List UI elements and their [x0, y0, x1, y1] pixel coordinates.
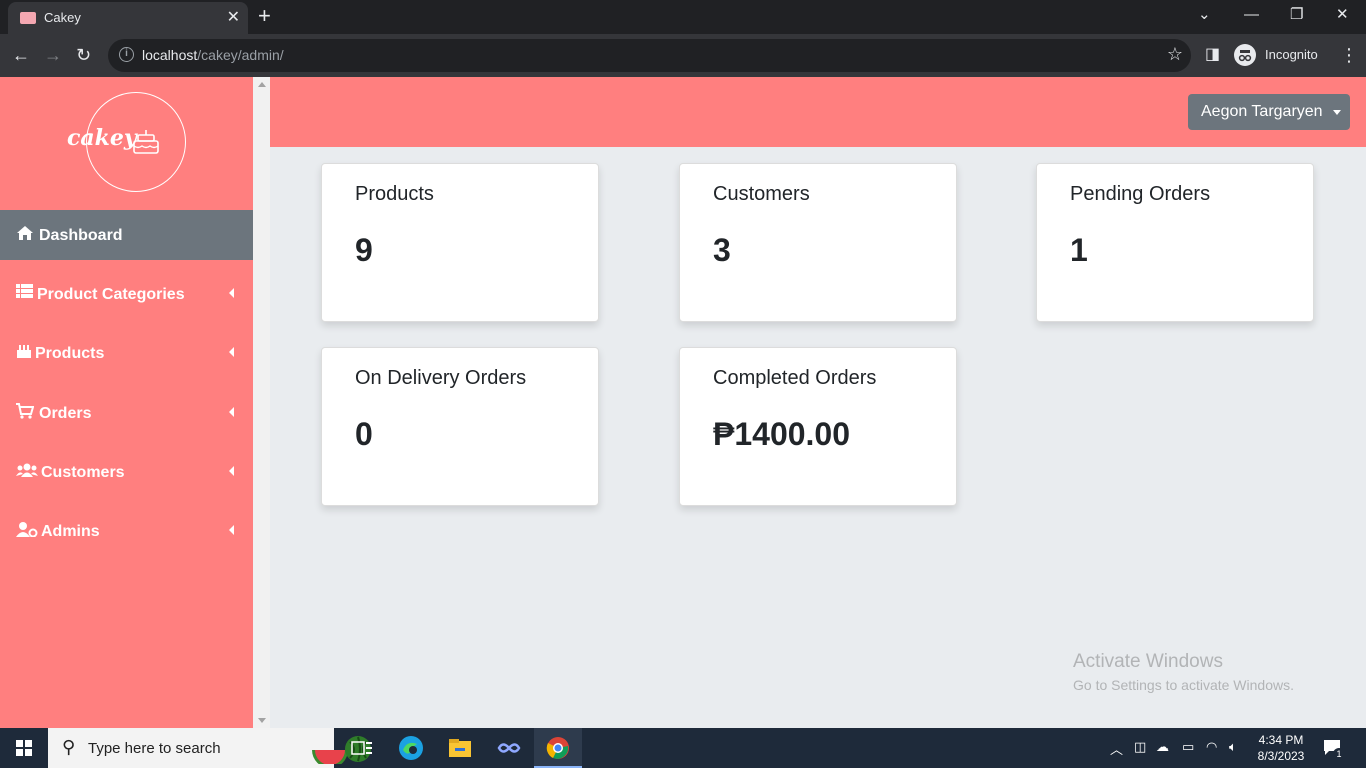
sidebar-scrollbar[interactable] — [253, 77, 270, 728]
caret-down-icon — [1333, 110, 1341, 115]
sidebar-item-products[interactable]: Products — [0, 328, 253, 378]
infinity-app-icon[interactable] — [495, 734, 523, 762]
new-tab-button[interactable]: + — [258, 4, 271, 28]
sidebar-item-dashboard[interactable]: Dashboard — [0, 210, 253, 260]
sidebar: cakey Dashboard Product Categories Produ… — [0, 77, 253, 728]
wifi-icon[interactable]: ◠ — [1206, 739, 1217, 755]
restore-button[interactable]: ❐ — [1290, 4, 1303, 26]
tab-search-chevron-icon[interactable]: ⌄ — [1198, 4, 1211, 26]
stat-card-on-delivery-orders: On Delivery Orders 0 — [321, 347, 599, 506]
browser-toolbar: ← → ↻ i localhost/cakey/admin/ ☆ ◨ Incog… — [0, 34, 1366, 77]
sidebar-item-customers[interactable]: Customers — [0, 447, 253, 497]
user-dropdown-button[interactable]: Aegon Targaryen — [1188, 94, 1350, 130]
side-panel-icon[interactable]: ◨ — [1205, 43, 1220, 67]
volume-icon[interactable]: 🔈︎ — [1229, 739, 1237, 755]
caret-left-icon — [229, 407, 234, 417]
cake-icon — [16, 343, 34, 361]
browser-menu-icon[interactable]: ⋮ — [1340, 43, 1358, 67]
card-value: ₱1400.00 — [713, 416, 851, 452]
user-name: Aegon Targaryen — [1201, 103, 1323, 120]
notification-count-badge: 1 — [1333, 748, 1345, 760]
caret-left-icon — [229, 288, 234, 298]
app-viewport: cakey Dashboard Product Categories Produ… — [0, 77, 1366, 728]
clock-date: 8/3/2023 — [1257, 749, 1305, 763]
cake-logo-icon — [133, 130, 159, 154]
file-explorer-icon[interactable] — [446, 734, 474, 762]
logo-text: cakey — [67, 125, 137, 151]
card-value: 9 — [355, 232, 373, 268]
edge-browser-icon[interactable] — [397, 734, 425, 762]
card-title: On Delivery Orders — [355, 367, 527, 389]
stat-card-completed-orders: Completed Orders ₱1400.00 — [679, 347, 957, 506]
caret-left-icon — [229, 525, 234, 535]
url-host: localhost — [142, 47, 198, 63]
sidebar-item-admins[interactable]: Admins — [0, 506, 253, 556]
sidebar-item-label: Dashboard — [39, 227, 123, 244]
caret-left-icon — [229, 466, 234, 476]
site-info-icon[interactable]: i — [119, 47, 134, 62]
close-tab-icon[interactable]: ✕ — [227, 8, 240, 28]
windows-taskbar: ⚲ Type here to search ︿ ◫ ☁ ▭ ◠ 🔈︎ 4:34 … — [0, 728, 1366, 768]
sidebar-item-orders[interactable]: Orders — [0, 388, 253, 438]
sidebar-item-label: Admins — [41, 523, 100, 540]
incognito-label: Incognito — [1265, 47, 1318, 62]
task-view-icon[interactable] — [348, 734, 376, 762]
url-text[interactable]: localhost/cakey/admin/ — [142, 47, 284, 63]
cart-icon — [16, 403, 35, 421]
taskbar-clock[interactable]: 4:34 PM 8/3/2023 — [1255, 732, 1307, 764]
sidebar-item-product-categories[interactable]: Product Categories — [0, 269, 253, 319]
chrome-icon — [546, 737, 569, 759]
sidebar-item-label: Product Categories — [37, 286, 185, 303]
search-icon: ⚲ — [62, 737, 76, 757]
reload-button[interactable]: ↻ — [76, 43, 91, 67]
cakey-logo[interactable]: cakey — [67, 92, 186, 192]
browser-tab-bar: Cakey ✕ + ⌄ — ❐ ✕ — [0, 0, 1366, 34]
stat-card-pending-orders: Pending Orders 1 — [1036, 163, 1314, 322]
address-bar[interactable]: i localhost/cakey/admin/ ☆ — [108, 39, 1191, 72]
sidebar-item-label: Orders — [39, 405, 92, 422]
card-title: Customers — [713, 183, 810, 205]
activate-windows-watermark: Activate Windows Go to Settings to activ… — [1073, 651, 1294, 693]
minimize-button[interactable]: — — [1244, 4, 1259, 26]
meet-now-icon[interactable]: ◫ — [1134, 739, 1146, 755]
scroll-down-arrow-icon[interactable] — [258, 718, 266, 723]
tab-title: Cakey — [44, 10, 81, 25]
url-path: /cakey/admin/ — [197, 47, 284, 63]
clock-time: 4:34 PM — [1258, 733, 1304, 747]
watermark-subtitle: Go to Settings to activate Windows. — [1073, 677, 1294, 693]
top-navbar: Aegon Targaryen — [270, 77, 1366, 147]
close-window-button[interactable]: ✕ — [1336, 4, 1349, 26]
card-title: Pending Orders — [1070, 183, 1211, 205]
stat-card-customers: Customers 3 — [679, 163, 957, 322]
battery-icon[interactable]: ▭ — [1182, 739, 1194, 755]
card-value: 1 — [1070, 232, 1088, 268]
onedrive-cloud-icon[interactable]: ☁ — [1156, 739, 1169, 755]
sidebar-item-label: Products — [35, 345, 105, 362]
bookmark-star-icon[interactable]: ☆ — [1167, 44, 1183, 65]
windows-start-icon[interactable] — [16, 740, 32, 756]
incognito-icon — [1234, 44, 1256, 66]
show-hidden-icons-chevron-icon[interactable]: ︿ — [1110, 739, 1123, 758]
browser-tab[interactable]: Cakey ✕ — [8, 2, 248, 34]
notification-center-icon[interactable]: 1 — [1322, 738, 1346, 760]
caret-left-icon — [229, 347, 234, 357]
home-icon — [16, 225, 34, 243]
search-placeholder: Type here to search — [88, 740, 221, 757]
sidebar-item-label: Customers — [41, 464, 125, 481]
back-button[interactable]: ← — [12, 43, 30, 67]
chrome-taskbar-button[interactable] — [534, 728, 582, 768]
card-value: 0 — [355, 416, 373, 452]
users-icon — [16, 462, 38, 480]
table-list-icon — [16, 284, 34, 302]
scroll-up-arrow-icon[interactable] — [258, 82, 266, 87]
stat-card-products: Products 9 — [321, 163, 599, 322]
watermark-title: Activate Windows — [1073, 651, 1223, 672]
card-value: 3 — [713, 232, 731, 268]
forward-button[interactable]: → — [44, 43, 62, 67]
taskbar-search-input[interactable]: ⚲ Type here to search — [48, 728, 371, 768]
cake-favicon-icon — [20, 12, 36, 24]
card-title: Completed Orders — [713, 367, 877, 389]
user-gear-icon — [16, 521, 38, 539]
card-title: Products — [355, 183, 434, 205]
